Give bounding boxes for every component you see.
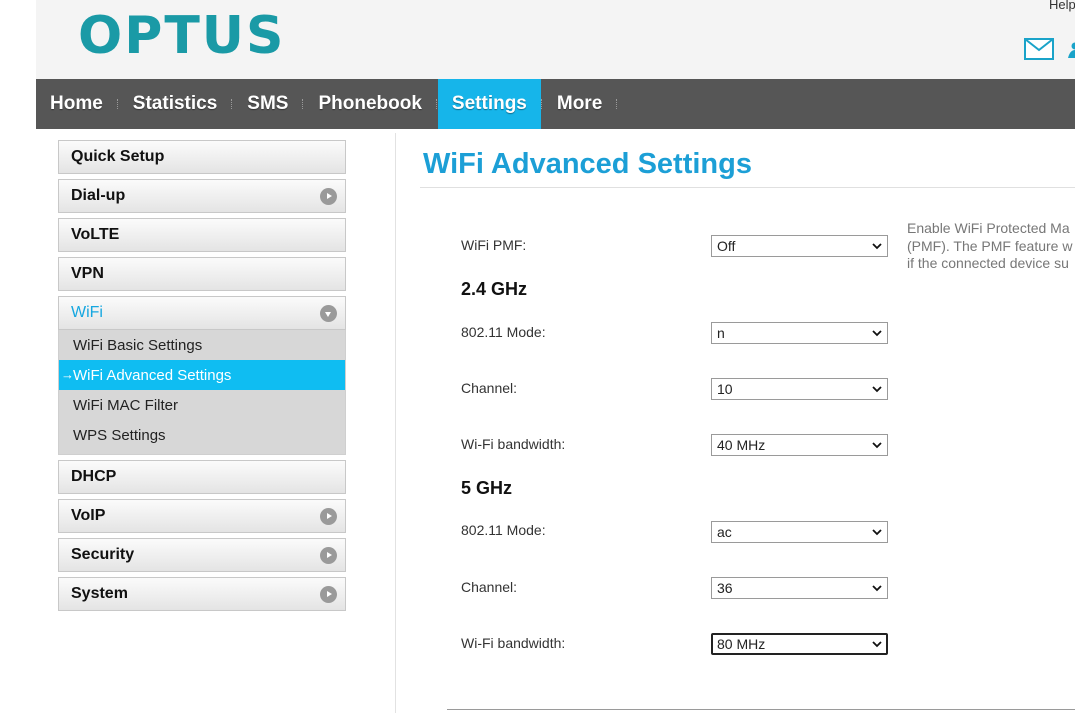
mode-5-label: 802.11 Mode: — [461, 522, 546, 538]
sidebar-item-vpn[interactable]: VPN — [58, 257, 346, 291]
nav-home[interactable]: Home — [36, 79, 117, 129]
pmf-help-text: Enable WiFi Protected Ma (PMF). The PMF … — [907, 220, 1075, 276]
select-value: Off — [717, 238, 736, 254]
chevron-down-icon — [872, 386, 882, 393]
submenu-item-label: WiFi Advanced Settings — [73, 366, 232, 384]
select-value: 36 — [717, 580, 733, 596]
chevron-down-icon — [872, 330, 882, 337]
channel-24-select[interactable]: 10 — [711, 378, 888, 400]
sidebar-item-system[interactable]: System — [58, 577, 346, 611]
chevron-down-icon — [872, 243, 882, 250]
sidebar-item-dhcp[interactable]: DHCP — [58, 460, 346, 494]
select-value: 80 MHz — [717, 636, 766, 652]
wifi-submenu: WiFi Basic Settings → WiFi Advanced Sett… — [58, 330, 346, 455]
mode-5-select[interactable]: ac — [711, 521, 888, 543]
chevron-right-icon — [320, 586, 337, 603]
chevron-down-icon — [872, 641, 882, 648]
help-line: if the connected device su — [907, 255, 1069, 271]
content-divider — [395, 133, 396, 713]
sidebar-item-voip[interactable]: VoIP — [58, 499, 346, 533]
mail-icon[interactable] — [1024, 38, 1054, 60]
arrow-right-icon: → — [61, 367, 74, 382]
sidebar-item-label: VPN — [71, 265, 104, 282]
sidebar-item-label: Quick Setup — [71, 148, 165, 165]
bandwidth-24-select[interactable]: 40 MHz — [711, 434, 888, 456]
sidebar-item-wifi[interactable]: WiFi — [58, 296, 346, 330]
select-value: 10 — [717, 381, 733, 397]
form-bottom-divider — [447, 709, 1075, 710]
chevron-down-icon — [872, 529, 882, 536]
mode-24-label: 802.11 Mode: — [461, 324, 546, 340]
chevron-down-icon — [872, 585, 882, 592]
sidebar-item-dial-up[interactable]: Dial-up — [58, 179, 346, 213]
nav-more[interactable]: More — [543, 79, 616, 129]
submenu-item-wifi-mac-filter[interactable]: WiFi MAC Filter — [59, 390, 345, 420]
sidebar-item-label: System — [71, 585, 128, 602]
help-line: Enable WiFi Protected Ma — [907, 220, 1070, 236]
help-link[interactable]: Help — [1049, 0, 1075, 12]
channel-5-select[interactable]: 36 — [711, 577, 888, 599]
pmf-label: WiFi PMF: — [461, 237, 527, 253]
chevron-right-icon — [320, 508, 337, 525]
select-value: n — [717, 325, 725, 341]
optus-logo[interactable]: OPTUS — [78, 6, 285, 66]
channel-24-label: Channel: — [461, 380, 518, 396]
mode-24-select[interactable]: n — [711, 322, 888, 344]
page-title: WiFi Advanced Settings — [423, 148, 752, 180]
settings-sidebar: Quick Setup Dial-up VoLTE VPN WiFi WiFi … — [58, 140, 346, 616]
nav-separator — [616, 99, 618, 109]
sidebar-item-label: VoIP — [71, 507, 106, 524]
user-icon[interactable] — [1068, 42, 1075, 58]
section-2-4ghz: 2.4 GHz — [461, 279, 528, 299]
bandwidth-5-label: Wi-Fi bandwidth: — [461, 635, 566, 651]
submenu-item-wifi-basic[interactable]: WiFi Basic Settings — [59, 330, 345, 360]
sidebar-item-label: DHCP — [71, 468, 117, 485]
main-nav: Home Statistics SMS Phonebook Settings M… — [36, 79, 1075, 129]
sidebar-item-label: Security — [71, 546, 135, 563]
sidebar-item-volte[interactable]: VoLTE — [58, 218, 346, 252]
sidebar-item-label: Dial-up — [71, 187, 126, 204]
header: OPTUS — [36, 0, 1075, 79]
help-line: (PMF). The PMF feature w — [907, 237, 1073, 254]
title-divider — [420, 187, 1075, 188]
nav-statistics[interactable]: Statistics — [119, 79, 231, 129]
chevron-down-icon — [872, 442, 882, 449]
submenu-item-wps[interactable]: WPS Settings — [59, 420, 345, 450]
channel-5-label: Channel: — [461, 579, 518, 595]
nav-phonebook[interactable]: Phonebook — [304, 79, 435, 129]
pmf-select[interactable]: Off — [711, 235, 888, 257]
bandwidth-24-label: Wi-Fi bandwidth: — [461, 436, 566, 452]
select-value: 40 MHz — [717, 437, 766, 453]
chevron-right-icon — [320, 547, 337, 564]
sidebar-item-quick-setup[interactable]: Quick Setup — [58, 140, 346, 174]
submenu-item-label: WiFi Basic Settings — [73, 336, 203, 354]
submenu-item-label: WiFi MAC Filter — [73, 396, 178, 414]
sidebar-item-label: WiFi — [71, 304, 103, 321]
sidebar-item-label: VoLTE — [71, 226, 120, 243]
sidebar-item-security[interactable]: Security — [58, 538, 346, 572]
chevron-right-icon — [320, 188, 337, 205]
nav-sms[interactable]: SMS — [233, 79, 302, 129]
nav-settings[interactable]: Settings — [437, 79, 541, 129]
select-value: ac — [717, 524, 732, 540]
submenu-item-label: WPS Settings — [73, 426, 166, 444]
chevron-down-icon — [320, 305, 337, 322]
bandwidth-5-select[interactable]: 80 MHz — [711, 633, 888, 655]
submenu-item-wifi-advanced[interactable]: → WiFi Advanced Settings — [59, 360, 345, 390]
section-5ghz: 5 GHz — [461, 478, 513, 498]
